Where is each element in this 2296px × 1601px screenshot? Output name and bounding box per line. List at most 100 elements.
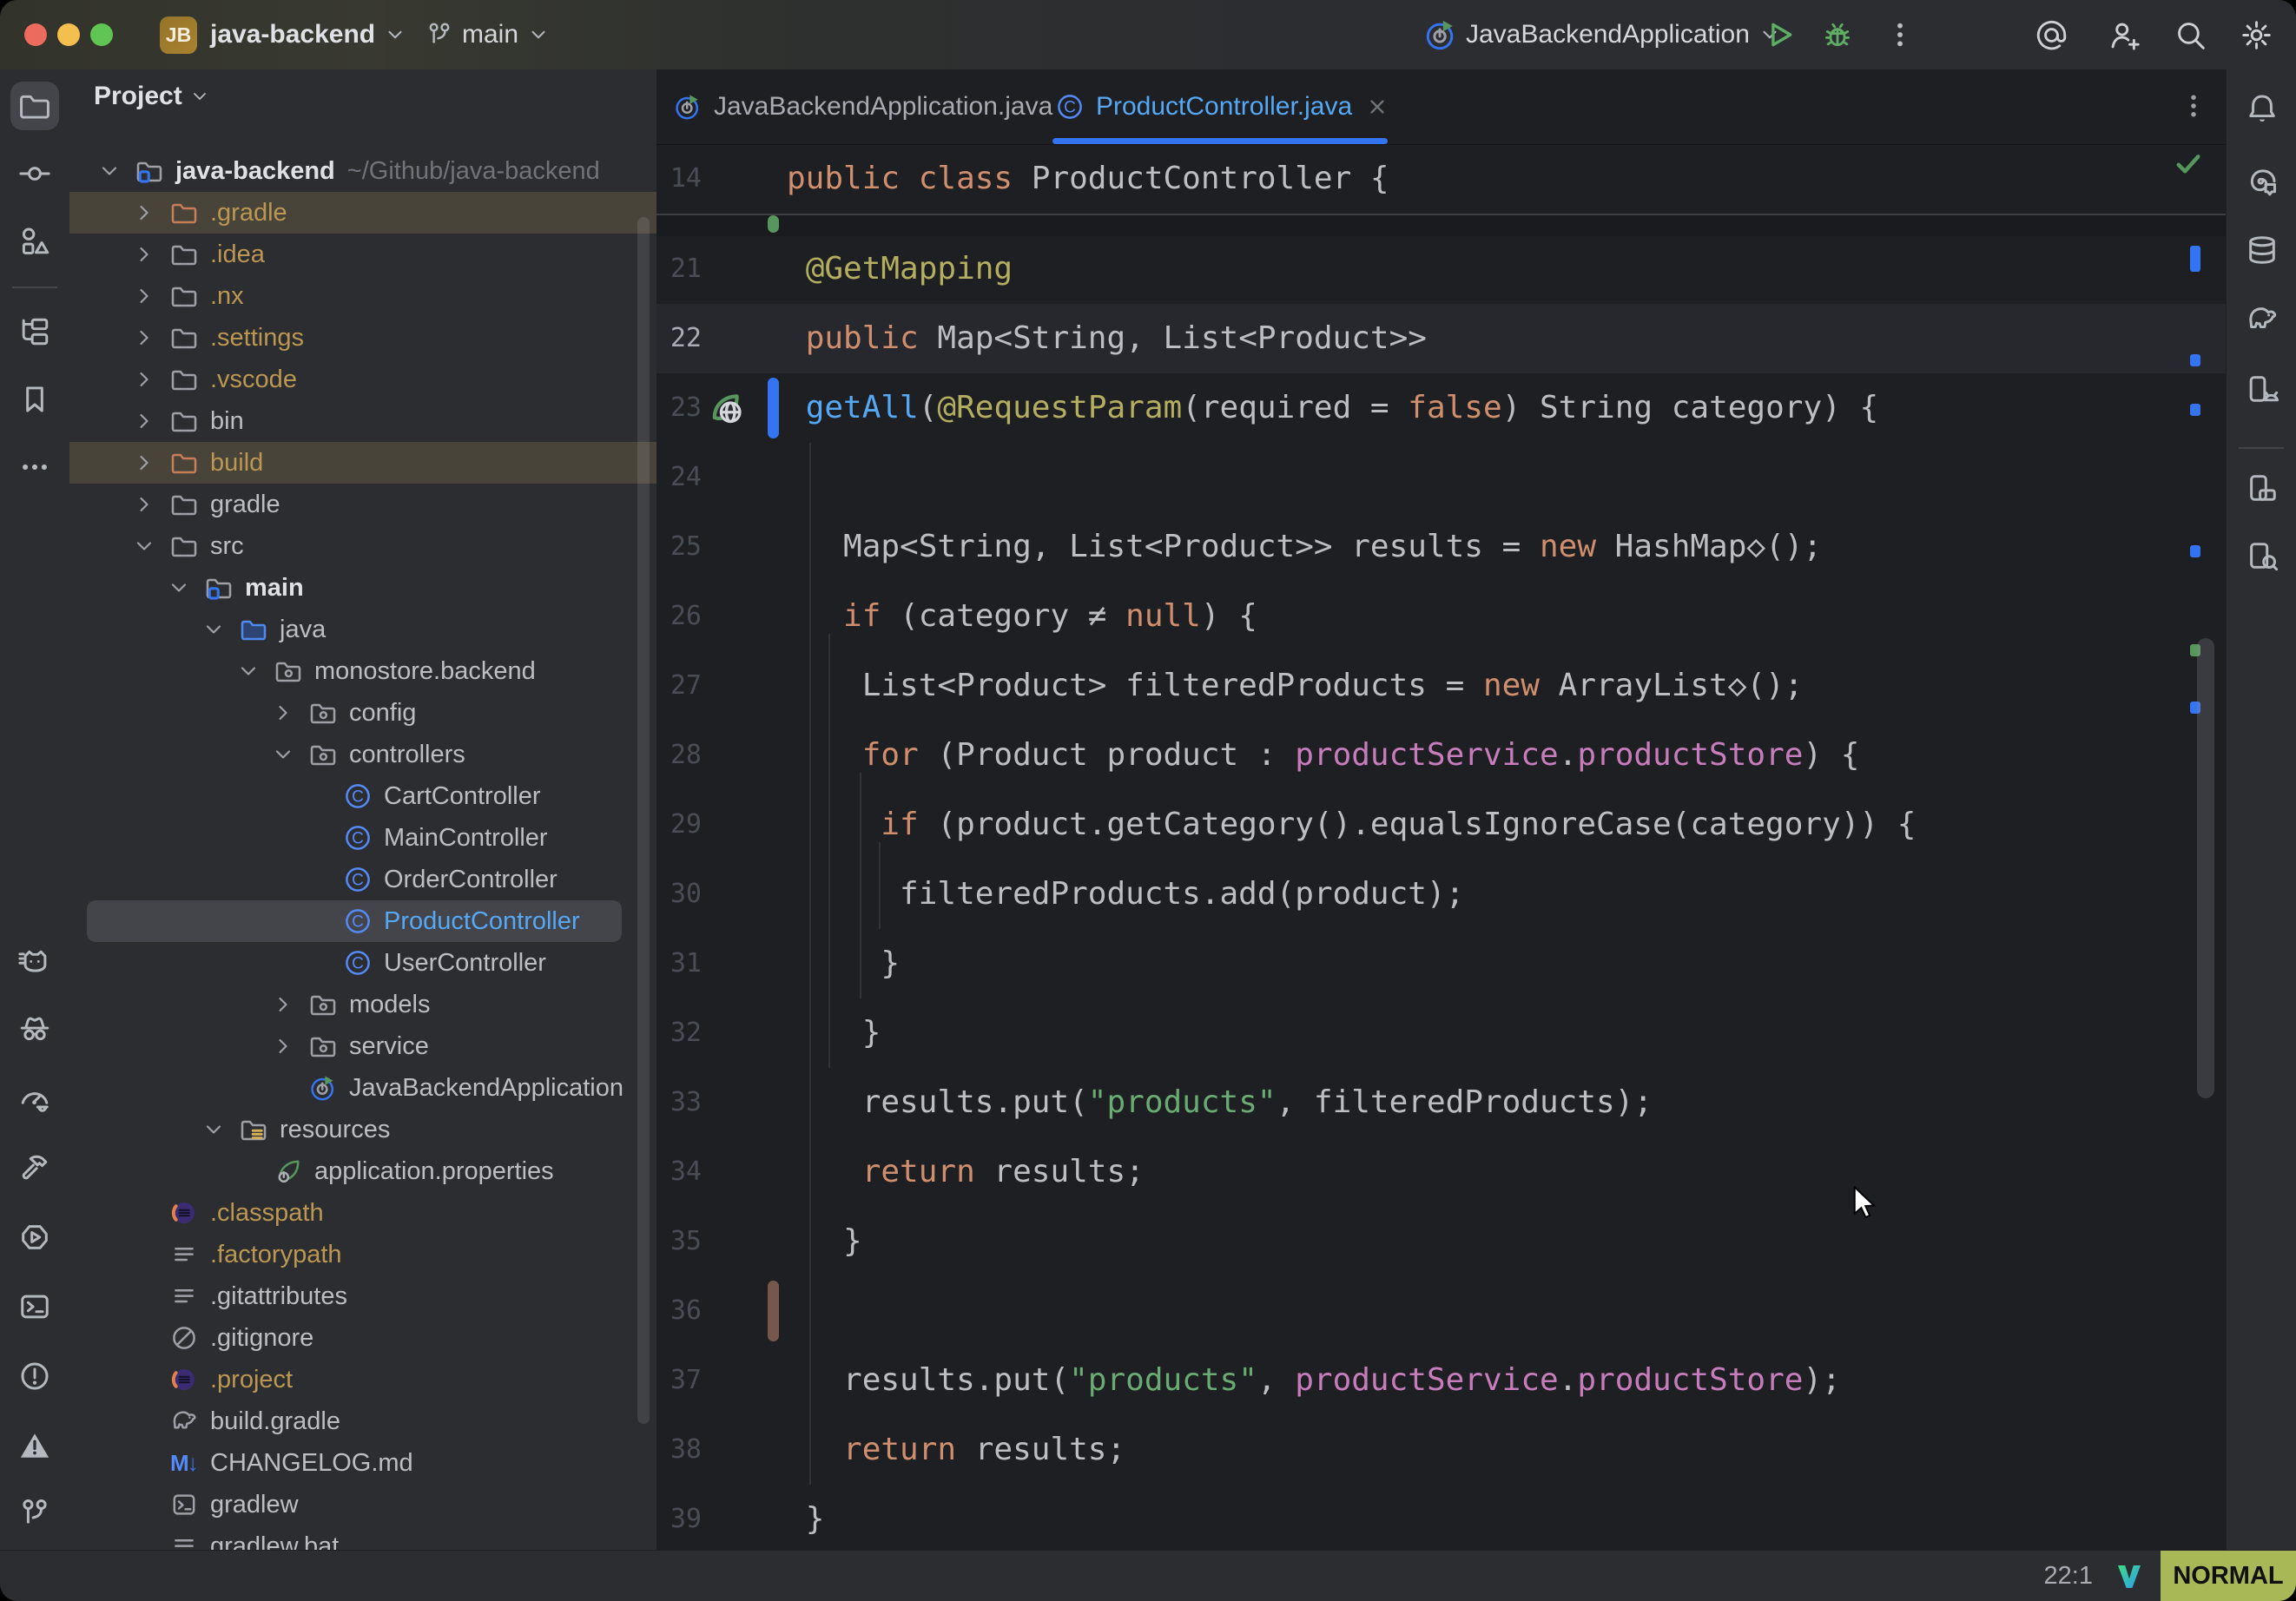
code-line-14[interactable]: 14public class ProductController { <box>656 144 2226 214</box>
chevron-right-icon[interactable] <box>132 275 156 317</box>
device-explorer-tool-button[interactable] <box>2238 531 2286 580</box>
debug-button[interactable] <box>1818 17 1857 52</box>
tree-item-gradlew-bat[interactable]: gradlew.bat <box>69 1525 656 1550</box>
analysis-stripe-mark[interactable] <box>2190 545 2200 557</box>
tree-item-controllers[interactable]: controllers <box>69 734 656 775</box>
caret-position[interactable]: 22:1 <box>2023 1551 2093 1601</box>
ideavim-icon[interactable] <box>2115 1562 2143 1591</box>
chevron-down-icon[interactable] <box>236 650 261 692</box>
tree-item--nx[interactable]: .nx <box>69 275 656 317</box>
notifications-tool-button[interactable] <box>2238 84 2286 133</box>
tree-item-main[interactable]: main <box>69 567 656 609</box>
build-tool-button[interactable] <box>10 1143 59 1192</box>
code-line-21[interactable]: 21 @GetMapping <box>656 234 2226 304</box>
chevron-down-icon[interactable] <box>97 150 122 192</box>
search-everywhere-button[interactable] <box>2171 17 2209 52</box>
code-line-22[interactable]: 22 public Map<String, List<Product>> <box>656 304 2226 373</box>
tree-item-monostore-backend[interactable]: monostore.backend <box>69 650 656 692</box>
tree-item--vscode[interactable]: .vscode <box>69 359 656 400</box>
tree-item--gradle[interactable]: .gradle <box>69 192 656 234</box>
project-selector[interactable]: java-backend <box>210 0 406 69</box>
editor-scrollbar[interactable] <box>2197 638 2214 1098</box>
code-line-36[interactable]: 36 <box>656 1276 2226 1346</box>
tree-item-java[interactable]: java <box>69 609 656 650</box>
inspections-ok-icon[interactable] <box>2171 146 2206 181</box>
code-line-37[interactable]: 37 results.put("products", productServic… <box>656 1346 2226 1415</box>
tree-item--idea[interactable]: .idea <box>69 234 656 275</box>
chevron-down-icon[interactable] <box>271 734 295 775</box>
terminal-tool-button[interactable] <box>10 1282 59 1331</box>
tree-item-maincontroller[interactable]: CMainController <box>69 817 656 859</box>
code-line-34[interactable]: 34 return results; <box>656 1137 2226 1207</box>
chevron-down-icon[interactable] <box>201 609 226 650</box>
tree-item-gradlew[interactable]: gradlew <box>69 1484 656 1525</box>
tree-item-usercontroller[interactable]: CUserController <box>69 942 656 984</box>
more-actions-button[interactable] <box>1881 17 1919 52</box>
tree-item-javabackendapplication[interactable]: JavaBackendApplication <box>69 1067 656 1109</box>
vim-mode-badge[interactable]: NORMAL <box>2161 1551 2296 1601</box>
device-manager-tool-button[interactable] <box>2238 464 2286 512</box>
code-line-32[interactable]: 32 } <box>656 998 2226 1068</box>
tree-item--factorypath[interactable]: .factorypath <box>69 1234 656 1275</box>
tree-item-cartcontroller[interactable]: CCartController <box>69 775 656 817</box>
gradle-tool-button[interactable] <box>2238 295 2286 344</box>
chevron-right-icon[interactable] <box>271 1025 295 1067</box>
running-devices-tool-button[interactable] <box>2238 365 2286 413</box>
tree-item-ordercontroller[interactable]: COrderController <box>69 859 656 900</box>
settings-button[interactable] <box>2237 17 2275 52</box>
code-line-35[interactable]: 35 } <box>656 1207 2226 1276</box>
code-line-26[interactable]: 26 if (category ≠ null) { <box>656 582 2226 651</box>
tree-item--settings[interactable]: .settings <box>69 317 656 359</box>
tree-item-changelog-md[interactable]: M↓CHANGELOG.md <box>69 1442 656 1484</box>
tree-item-productcontroller[interactable]: CProductController <box>69 900 656 942</box>
warnings-tool-button[interactable] <box>10 1421 59 1470</box>
commit-tool-button[interactable] <box>10 149 59 198</box>
tree-item-service[interactable]: service <box>69 1025 656 1067</box>
incognito-tool-button[interactable] <box>10 1005 59 1053</box>
project-panel-header[interactable]: Project <box>94 82 210 111</box>
tree-item-java-backend[interactable]: java-backend~/Github/java-backend <box>69 150 656 192</box>
zoom-window-button[interactable] <box>90 23 113 46</box>
more-tool-windows-button[interactable] <box>10 443 59 491</box>
pull-requests-tool-button[interactable] <box>10 217 59 266</box>
code-line-30[interactable]: 30 filteredProducts.add(product); <box>656 860 2226 929</box>
code-line-23[interactable]: 23 getAll(@RequestParam(required = false… <box>656 373 2226 443</box>
analysis-stripe-mark[interactable] <box>2190 246 2200 272</box>
code-line-29[interactable]: 29 if (product.getCategory().equalsIgnor… <box>656 790 2226 860</box>
code-line-25[interactable]: 25 Map<String, List<Product>> results = … <box>656 512 2226 582</box>
chevron-right-icon[interactable] <box>271 692 295 734</box>
ai-assistant-button[interactable] <box>2032 17 2070 52</box>
folded-region[interactable] <box>656 214 2226 236</box>
ai-assistant-tool-button[interactable] <box>2238 156 2286 205</box>
services-tool-button[interactable] <box>10 1213 59 1262</box>
chevron-right-icon[interactable] <box>132 442 156 484</box>
chevron-right-icon[interactable] <box>132 317 156 359</box>
editor-tab-productcontroller-java[interactable]: CProductController.java <box>1047 69 1399 143</box>
analysis-stripe-mark[interactable] <box>2190 354 2200 366</box>
close-window-button[interactable] <box>24 23 47 46</box>
tree-item-build-gradle[interactable]: build.gradle <box>69 1400 656 1442</box>
tree-item--classpath[interactable]: .classpath <box>69 1192 656 1234</box>
chevron-right-icon[interactable] <box>132 234 156 275</box>
tree-item-gradle[interactable]: gradle <box>69 484 656 525</box>
chevron-right-icon[interactable] <box>132 359 156 400</box>
tree-item--gitignore[interactable]: .gitignore <box>69 1317 656 1359</box>
chevron-down-icon[interactable] <box>201 1109 226 1150</box>
profiler-tool-button[interactable] <box>10 1074 59 1123</box>
chevron-right-icon[interactable] <box>132 192 156 234</box>
minimize-window-button[interactable] <box>57 23 80 46</box>
code-with-me-button[interactable] <box>2105 17 2143 52</box>
code-line-28[interactable]: 28 for (Product product : productService… <box>656 721 2226 790</box>
editor[interactable]: JavaBackendApplication.javaCProductContr… <box>656 69 2226 1550</box>
chevron-right-icon[interactable] <box>132 400 156 442</box>
tab-options-button[interactable] <box>2176 89 2211 123</box>
tree-item--project[interactable]: .project <box>69 1359 656 1400</box>
problems-tool-button[interactable] <box>10 1352 59 1400</box>
structure-tool-button[interactable] <box>10 307 59 356</box>
tree-item-src[interactable]: src <box>69 525 656 567</box>
run-configuration-selector[interactable]: JavaBackendApplication <box>1424 0 1781 69</box>
code-line-38[interactable]: 38 return results; <box>656 1415 2226 1485</box>
code-line-27[interactable]: 27 List<Product> filteredProducts = new … <box>656 651 2226 721</box>
code-line-39[interactable]: 39 } <box>656 1485 2226 1550</box>
code-line-31[interactable]: 31 } <box>656 929 2226 998</box>
